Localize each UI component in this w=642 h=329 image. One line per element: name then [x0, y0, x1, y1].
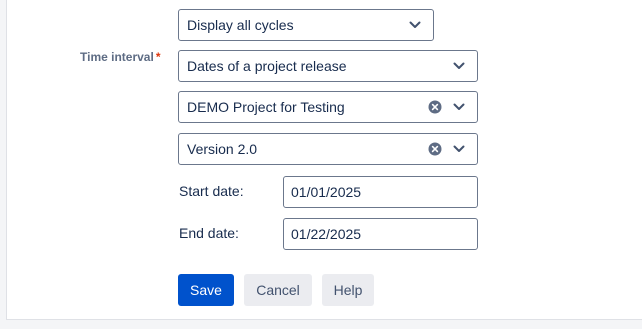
cycle-select[interactable]: Display all cycles — [178, 9, 434, 41]
cycle-select-value: Display all cycles — [187, 17, 294, 33]
interval-mode-value: Dates of a project release — [187, 58, 347, 74]
start-date-label: Start date: — [179, 183, 244, 199]
version-select[interactable]: Version 2.0 — [178, 133, 478, 165]
chevron-down-icon — [451, 141, 467, 157]
chevron-down-icon — [451, 99, 467, 115]
project-select[interactable]: DEMO Project for Testing — [178, 91, 478, 123]
chevron-down-icon — [407, 17, 423, 33]
version-select-value: Version 2.0 — [187, 141, 258, 157]
cancel-button[interactable]: Cancel — [244, 274, 312, 306]
clear-icon[interactable] — [427, 141, 443, 157]
help-button[interactable]: Help — [322, 274, 374, 306]
end-date-input[interactable] — [283, 218, 478, 250]
project-select-value: DEMO Project for Testing — [187, 99, 345, 115]
clear-icon[interactable] — [427, 99, 443, 115]
form-panel: Display all cycles Time interval * Dates … — [6, 0, 642, 320]
start-date-input[interactable] — [283, 176, 478, 208]
time-interval-label: Time interval * — [80, 50, 161, 64]
chevron-down-icon — [451, 58, 467, 74]
end-date-label: End date: — [179, 225, 239, 241]
save-button[interactable]: Save — [178, 274, 234, 306]
interval-mode-select[interactable]: Dates of a project release — [178, 50, 478, 82]
required-marker: * — [155, 50, 161, 64]
